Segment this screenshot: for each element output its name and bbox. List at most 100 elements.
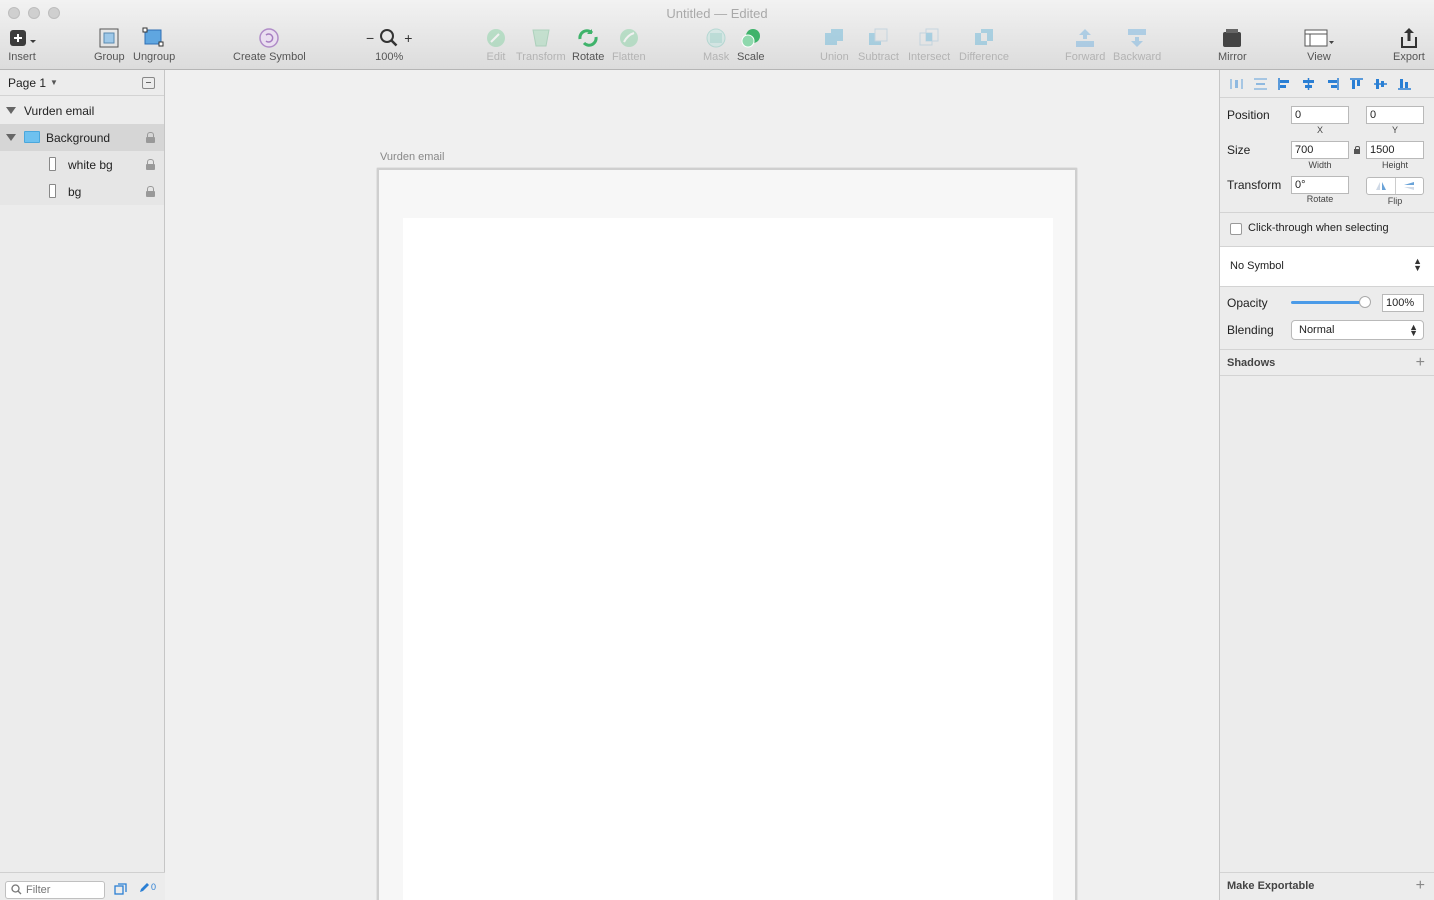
insert-icon bbox=[8, 25, 36, 51]
x-field[interactable]: 0 bbox=[1291, 106, 1349, 124]
subtract-button[interactable]: Subtract bbox=[858, 25, 899, 63]
transform-label: Transform bbox=[1227, 178, 1282, 192]
forward-button[interactable]: Forward bbox=[1065, 25, 1105, 63]
group-icon bbox=[98, 25, 120, 51]
rectangle-icon bbox=[49, 184, 56, 198]
transform-icon bbox=[530, 25, 552, 51]
intersect-button[interactable]: Intersect bbox=[908, 25, 950, 63]
divider bbox=[1220, 349, 1434, 350]
distribute-vertical-icon[interactable] bbox=[1253, 77, 1268, 91]
symbol-icon bbox=[258, 25, 280, 51]
flip-horizontal-button[interactable] bbox=[1367, 178, 1395, 194]
align-bottom-icon[interactable] bbox=[1397, 77, 1412, 91]
symbol-selector[interactable]: No Symbol ▲ ▼ bbox=[1220, 247, 1434, 286]
insert-button[interactable]: Insert bbox=[8, 25, 36, 63]
blending-select[interactable]: Normal ▲ ▼ bbox=[1291, 320, 1424, 340]
lock-icon[interactable] bbox=[146, 159, 155, 170]
create-symbol-button[interactable]: Create Symbol bbox=[233, 25, 306, 63]
ungroup-button[interactable]: Ungroup bbox=[133, 25, 175, 63]
y-field[interactable]: 0 bbox=[1366, 106, 1424, 124]
flatten-button[interactable]: Flatten bbox=[612, 25, 646, 63]
group-button[interactable]: Group bbox=[94, 25, 125, 63]
zoom-control[interactable]: − + 100% bbox=[366, 25, 412, 63]
position-label: Position bbox=[1227, 108, 1270, 122]
align-center-horizontal-icon[interactable] bbox=[1301, 77, 1316, 91]
click-through-label: Click-through when selecting bbox=[1248, 222, 1389, 234]
layer-item[interactable]: bg bbox=[0, 178, 164, 205]
distribute-horizontal-icon[interactable] bbox=[1229, 77, 1244, 91]
edit-button[interactable]: Edit bbox=[485, 25, 507, 63]
edit-icon bbox=[485, 25, 507, 51]
y-label: Y bbox=[1391, 125, 1398, 135]
lock-icon[interactable] bbox=[146, 186, 155, 197]
divider bbox=[1220, 212, 1434, 213]
layer-label: white bg bbox=[68, 157, 113, 172]
add-shadow-icon[interactable]: + bbox=[1416, 355, 1425, 371]
flip-vertical-button[interactable] bbox=[1394, 178, 1424, 194]
union-button[interactable]: Union bbox=[820, 25, 849, 63]
view-button[interactable]: View bbox=[1304, 25, 1334, 63]
pencil-icon[interactable] bbox=[138, 882, 150, 894]
constrain-proportions-lock-icon[interactable] bbox=[1354, 146, 1360, 154]
white-bg-layer[interactable] bbox=[403, 218, 1053, 900]
opacity-slider-handle[interactable] bbox=[1359, 296, 1371, 308]
layer-artboard[interactable]: Vurden email bbox=[0, 97, 164, 124]
size-label: Size bbox=[1227, 143, 1251, 157]
opacity-slider-track[interactable] bbox=[1291, 301, 1364, 304]
backward-button[interactable]: Backward bbox=[1113, 25, 1161, 63]
edit-count: 0 bbox=[151, 882, 157, 892]
artboard-label[interactable]: Vurden email bbox=[380, 151, 444, 163]
up-down-arrows-icon: ▲ ▼ bbox=[1413, 256, 1422, 273]
difference-icon bbox=[973, 25, 995, 51]
mask-button[interactable]: Mask bbox=[703, 25, 729, 63]
disclosure-triangle-icon[interactable] bbox=[6, 107, 16, 114]
page-selector[interactable]: Page 1 ▼ bbox=[0, 70, 164, 96]
divider bbox=[1220, 872, 1434, 873]
window-title: Untitled — Edited bbox=[0, 6, 1434, 21]
mirror-icon bbox=[1221, 25, 1243, 51]
mirror-button[interactable]: Mirror bbox=[1218, 25, 1247, 63]
make-exportable-title[interactable]: Make Exportable bbox=[1227, 880, 1314, 892]
shadows-section-title: Shadows bbox=[1227, 357, 1276, 369]
pages-icon[interactable] bbox=[114, 883, 127, 895]
rotate-button[interactable]: Rotate bbox=[572, 25, 604, 63]
filter-bar: 0 bbox=[0, 872, 165, 900]
align-top-icon[interactable] bbox=[1349, 77, 1364, 91]
scale-button[interactable]: Scale bbox=[737, 25, 765, 63]
alignment-toolbar bbox=[1220, 70, 1434, 98]
artboard[interactable] bbox=[377, 168, 1077, 900]
disclosure-triangle-icon[interactable] bbox=[6, 134, 16, 141]
collapse-pages-icon[interactable] bbox=[142, 77, 155, 89]
add-export-icon[interactable]: + bbox=[1416, 878, 1425, 894]
transform-button[interactable]: Transform bbox=[516, 25, 566, 63]
opacity-label: Opacity bbox=[1227, 296, 1268, 310]
click-through-checkbox[interactable] bbox=[1230, 223, 1242, 235]
zoom-in-button[interactable]: + bbox=[404, 30, 412, 46]
rotate-field[interactable]: 0° bbox=[1291, 176, 1349, 194]
align-middle-vertical-icon[interactable] bbox=[1373, 77, 1388, 91]
divider bbox=[1220, 375, 1434, 376]
layer-label: bg bbox=[68, 184, 82, 199]
caret-down-icon: ▼ bbox=[50, 78, 58, 87]
export-button[interactable]: Export bbox=[1393, 25, 1425, 63]
align-right-icon[interactable] bbox=[1325, 77, 1340, 91]
difference-button[interactable]: Difference bbox=[959, 25, 1009, 63]
align-left-icon[interactable] bbox=[1277, 77, 1292, 91]
canvas[interactable]: Vurden email bbox=[166, 70, 1219, 900]
height-label: Height bbox=[1381, 160, 1408, 170]
ungroup-icon bbox=[142, 25, 166, 51]
folder-icon bbox=[24, 131, 40, 143]
toolbar: Untitled — Edited Insert Group Ungroup C… bbox=[0, 0, 1434, 70]
magnifier-icon bbox=[380, 29, 398, 47]
layer-item[interactable]: white bg bbox=[0, 151, 164, 178]
symbol-value: No Symbol bbox=[1230, 260, 1284, 272]
lock-icon[interactable] bbox=[146, 132, 155, 143]
rotate-label: Rotate bbox=[1306, 194, 1334, 204]
width-field[interactable]: 700 bbox=[1291, 141, 1349, 159]
blending-label: Blending bbox=[1227, 323, 1274, 337]
layer-group[interactable]: Background bbox=[0, 124, 164, 151]
zoom-out-button[interactable]: − bbox=[366, 30, 374, 46]
opacity-field[interactable]: 100% bbox=[1382, 294, 1424, 312]
layers-panel: Page 1 ▼ Vurden email Background white b… bbox=[0, 70, 165, 900]
height-field[interactable]: 1500 bbox=[1366, 141, 1424, 159]
